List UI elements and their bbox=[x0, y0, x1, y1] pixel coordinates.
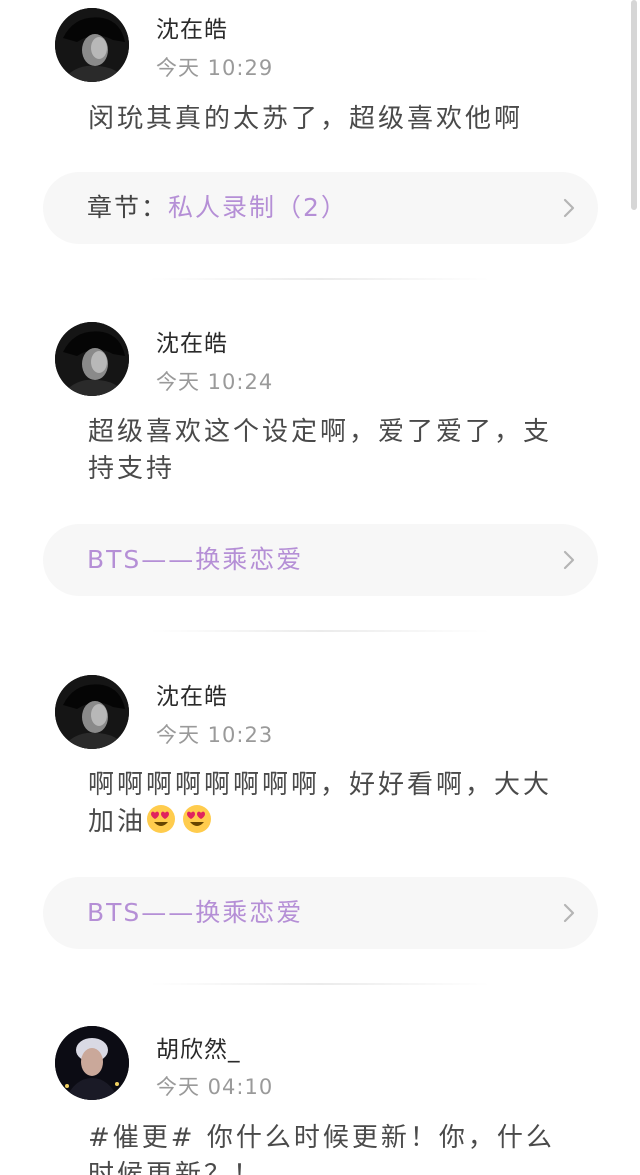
comment-text: 闵玧其真的太苏了，超级喜欢他啊 bbox=[88, 104, 524, 134]
concert-portrait-avatar-icon bbox=[55, 1026, 129, 1100]
avatar[interactable] bbox=[55, 8, 129, 82]
timestamp: 今天 10:24 bbox=[156, 370, 274, 394]
chapter-title: 私人录制（2） bbox=[168, 193, 348, 222]
divider bbox=[150, 983, 490, 985]
username[interactable]: 沈在皓 bbox=[156, 677, 228, 711]
chapter-link[interactable]: BTS——换乘恋爱 bbox=[43, 524, 598, 596]
comment-text: #催更# 你什么时候更新！你，什么时候更新？！ bbox=[88, 1123, 555, 1175]
divider bbox=[150, 630, 490, 632]
heart-eyes-emoji-icon bbox=[183, 805, 212, 833]
chapter-link[interactable]: BTS——换乘恋爱 bbox=[43, 877, 598, 949]
comment-text: 超级喜欢这个设定啊，爱了爱了，支持支持 bbox=[88, 417, 553, 484]
dark-portrait-avatar-icon bbox=[55, 675, 129, 749]
chapter-label: BTS——换乘恋爱 bbox=[87, 877, 303, 949]
chevron-right-icon bbox=[563, 903, 575, 923]
heart-eyes-emoji-icon bbox=[147, 805, 176, 833]
chapter-label: 章节：私人录制（2） bbox=[87, 172, 348, 244]
comment-text-block: 啊啊啊啊啊啊啊啊，好好看啊，大大加油 bbox=[88, 767, 563, 841]
timestamp: 今天 04:10 bbox=[156, 1075, 274, 1099]
avatar[interactable] bbox=[55, 675, 129, 749]
chevron-right-icon bbox=[563, 198, 575, 218]
divider bbox=[150, 278, 490, 280]
dark-portrait-avatar-icon bbox=[55, 322, 129, 396]
avatar[interactable] bbox=[55, 322, 129, 396]
username[interactable]: 沈在皓 bbox=[156, 324, 228, 358]
avatar[interactable] bbox=[55, 1026, 129, 1100]
timestamp: 今天 10:23 bbox=[156, 723, 274, 747]
chapter-link[interactable]: 章节：私人录制（2） bbox=[43, 172, 598, 244]
scrollbar[interactable] bbox=[631, 0, 637, 210]
chapter-prefix: 章节： bbox=[87, 193, 169, 222]
timestamp: 今天 10:29 bbox=[156, 56, 274, 80]
username[interactable]: 胡欣然_ bbox=[156, 1030, 241, 1064]
chapter-label: BTS——换乘恋爱 bbox=[87, 524, 303, 596]
chevron-right-icon bbox=[563, 550, 575, 570]
chapter-title: BTS——换乘恋爱 bbox=[87, 898, 304, 927]
chapter-title: BTS——换乘恋爱 bbox=[87, 545, 304, 574]
username[interactable]: 沈在皓 bbox=[156, 10, 228, 44]
dark-portrait-avatar-icon bbox=[55, 8, 129, 82]
